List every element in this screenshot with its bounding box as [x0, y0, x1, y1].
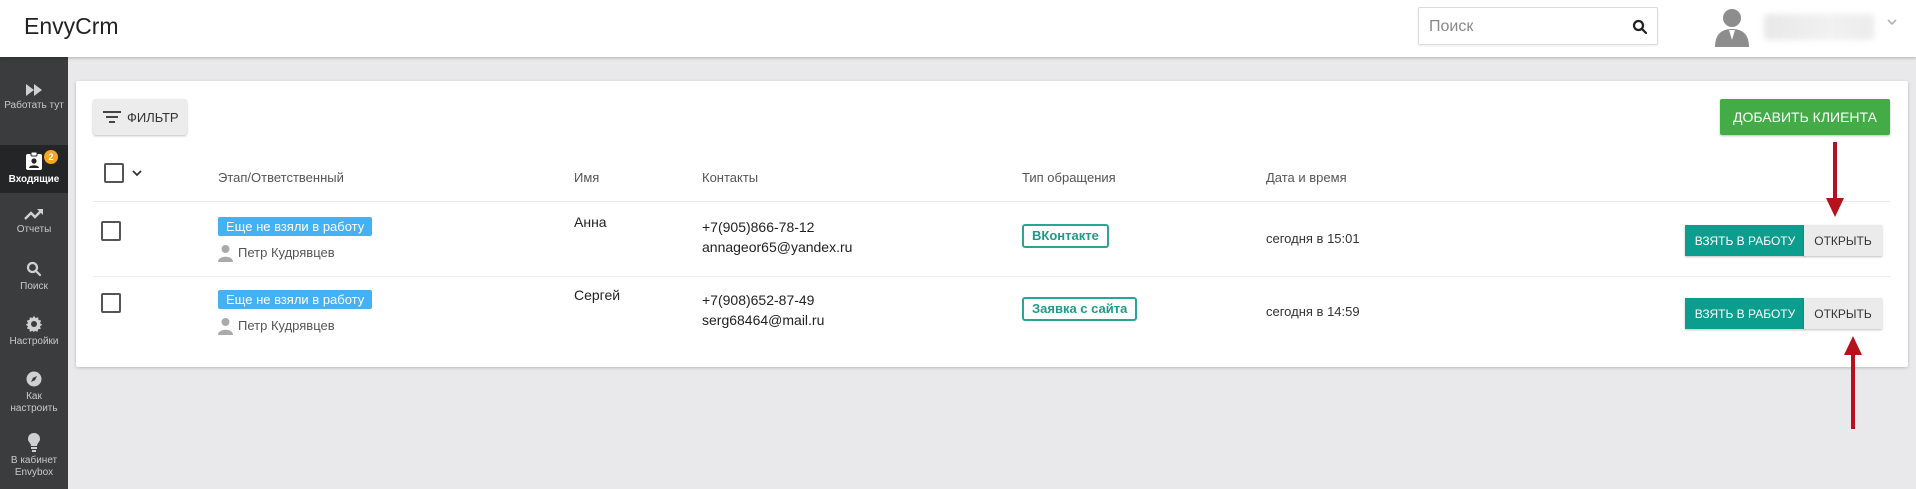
compass-icon [26, 371, 42, 387]
column-header-contacts: Контакты [702, 170, 759, 185]
search-box [1418, 7, 1658, 45]
sidebar-item-label: Входящие [8, 174, 60, 185]
sidebar-item-inbox[interactable]: Входящие 2 [0, 145, 68, 193]
filter-icon [103, 111, 121, 123]
sidebar-item-reports[interactable]: Отчеты [0, 207, 68, 236]
stage-badge[interactable]: Еще не взяли в работу [218, 290, 373, 309]
annotation-arrow-down-icon [1826, 142, 1844, 217]
sidebar-item-settings[interactable]: Настройки [0, 315, 68, 348]
sidebar-item-label: Отчеты [16, 224, 52, 235]
sidebar-item-work-here[interactable]: Работать тут [0, 83, 68, 112]
open-button[interactable]: ОТКРЫТЬ [1804, 225, 1882, 256]
top-bar: EnvyCrm [0, 0, 1916, 57]
inbox-count-badge: 2 [44, 150, 58, 164]
filter-button[interactable]: ФИЛЬТР [93, 99, 187, 135]
row-checkbox[interactable] [101, 293, 121, 313]
request-datetime: сегодня в 15:01 [1266, 231, 1360, 246]
request-type-badge: Заявка с сайта [1022, 297, 1138, 321]
request-type-badge: ВКонтакте [1022, 224, 1109, 248]
user-avatar-icon[interactable] [1712, 5, 1752, 47]
client-email[interactable]: serg68464@mail.ru [702, 312, 824, 328]
column-header-request-type: Тип обращения [1022, 170, 1116, 185]
sidebar-item-envybox-cabinet[interactable]: В кабинет Envybox [0, 432, 68, 479]
sidebar-item-label: Настройки [9, 336, 59, 347]
take-to-work-button[interactable]: ВЗЯТЬ В РАБОТУ [1685, 298, 1805, 329]
client-name: Анна [574, 214, 607, 230]
divider [93, 276, 1890, 277]
sidebar-item-search[interactable]: Поиск [0, 260, 68, 293]
column-header-datetime: Дата и время [1266, 170, 1347, 185]
sidebar-item-label: Поиск [20, 281, 48, 292]
sidebar-item-label: В кабинет Envybox [10, 455, 58, 478]
trending-up-icon [24, 209, 43, 220]
sidebar: Работать тут Входящие 2 Отчеты Поиск Нас… [0, 57, 68, 489]
user-icon [218, 318, 233, 335]
annotation-arrow-up-icon [1844, 336, 1862, 429]
row-checkbox[interactable] [101, 221, 121, 241]
sidebar-item-label: Как настроить [10, 391, 58, 414]
chevron-down-icon[interactable] [131, 168, 143, 178]
search-icon [26, 261, 42, 277]
stage-badge[interactable]: Еще не взяли в работу [218, 217, 373, 236]
gear-icon [25, 315, 43, 333]
take-to-work-button[interactable]: ВЗЯТЬ В РАБОТУ [1685, 225, 1805, 256]
request-datetime: сегодня в 14:59 [1266, 304, 1360, 319]
user-name[interactable] [1764, 14, 1874, 40]
chevron-down-icon[interactable] [1886, 16, 1898, 28]
divider [93, 201, 1890, 202]
lightbulb-icon [28, 433, 40, 452]
inbox-person-icon [26, 151, 42, 170]
client-phone[interactable]: +7(905)866-78-12 [702, 219, 814, 235]
search-input[interactable] [1429, 16, 1619, 38]
fast-forward-icon [26, 84, 42, 96]
column-header-name: Имя [574, 170, 600, 185]
select-all-checkbox[interactable] [104, 163, 124, 183]
responsible-name: Петр Кудрявцев [238, 245, 335, 260]
clients-card: ФИЛЬТР ДОБАВИТЬ КЛИЕНТА Этап/Ответственн… [76, 81, 1908, 367]
app-logo[interactable]: EnvyCrm [24, 13, 119, 40]
client-name: Сергей [574, 287, 621, 303]
sidebar-item-how-to-setup[interactable]: Как настроить [0, 370, 68, 415]
search-icon[interactable] [1631, 18, 1649, 36]
filter-button-label: ФИЛЬТР [127, 109, 179, 125]
client-email[interactable]: annageor65@yandex.ru [702, 239, 852, 255]
responsible-name: Петр Кудрявцев [238, 318, 335, 333]
user-icon [218, 245, 233, 262]
client-phone[interactable]: +7(908)652-87-49 [702, 292, 814, 308]
add-client-button[interactable]: ДОБАВИТЬ КЛИЕНТА [1720, 99, 1890, 135]
column-header-stage: Этап/Ответственный [218, 170, 344, 185]
open-button[interactable]: ОТКРЫТЬ [1804, 298, 1882, 329]
sidebar-item-label: Работать тут [4, 100, 64, 111]
